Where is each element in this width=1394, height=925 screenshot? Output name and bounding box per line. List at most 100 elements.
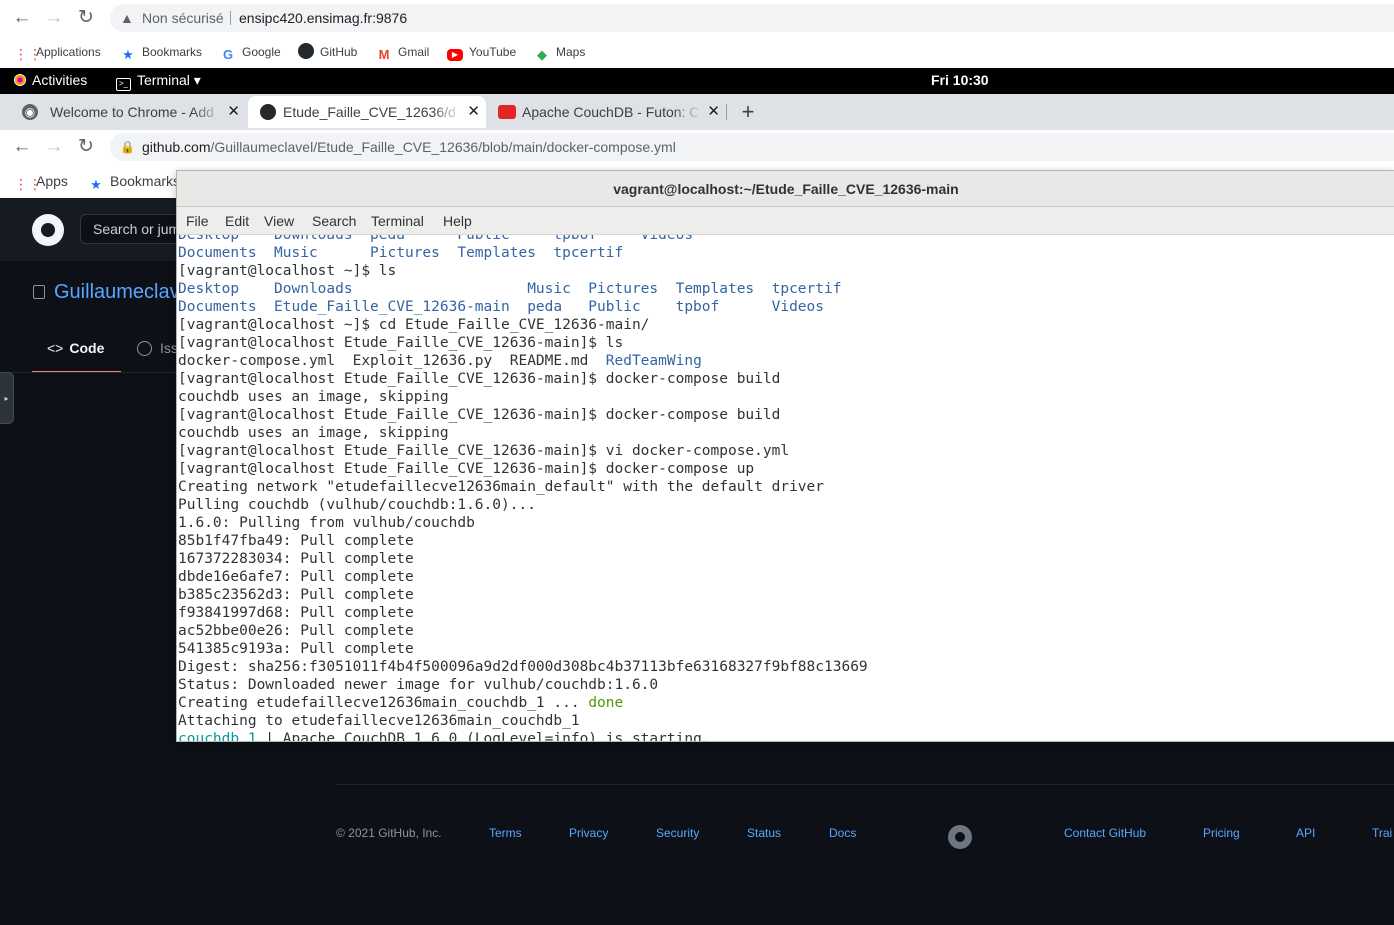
footer-link-contact[interactable]: Contact GitHub — [1064, 826, 1146, 840]
app-menu-label: Terminal ▾ — [137, 72, 201, 88]
bookmark-youtube[interactable]: ▶ YouTube — [447, 43, 516, 61]
outer-omnibox[interactable]: ▲ Non sécurisé ensipc420.ensimag.fr:9876 — [110, 4, 1394, 32]
bookmark-label: Applications — [36, 45, 101, 59]
bookmark-label: Apps — [36, 173, 68, 189]
tab-fade — [672, 96, 702, 128]
lock-icon: 🔒 — [120, 140, 135, 154]
code-icon: <> — [47, 340, 64, 356]
terminal-line: [vagrant@localhost Etude_Faille_CVE_1263… — [178, 407, 781, 423]
gnome-top-bar: Activities >_ Terminal ▾ Fri 10:30 — [0, 68, 1394, 94]
reload-icon[interactable]: ↻ — [74, 135, 98, 159]
security-label: Non sécurisé — [142, 10, 224, 26]
activities-button[interactable]: Activities — [14, 72, 87, 88]
apps-grid-icon: ⋮⋮ — [14, 176, 42, 192]
terminal-line: couchdb uses an image, skipping — [178, 389, 449, 405]
close-icon[interactable]: ✕ — [224, 96, 240, 128]
close-icon[interactable]: ✕ — [704, 96, 720, 128]
terminal-line: Creating etudefaillecve12636main_couchdb… — [178, 694, 623, 712]
terminal-line: couchdb uses an image, skipping — [178, 425, 449, 441]
terminal-line: Desktop Downloads Music Pictures Templat… — [178, 281, 842, 297]
forward-arrow-icon[interactable]: → — [42, 6, 66, 30]
footer-link-training[interactable]: Trai — [1372, 826, 1392, 840]
bookmark-label: YouTube — [469, 45, 517, 59]
new-tab-button[interactable]: + — [736, 98, 760, 126]
tab-welcome[interactable]: ◉ Welcome to Chrome - Add ✕ — [8, 96, 246, 128]
terminal-icon: >_ — [116, 78, 131, 91]
bookmark-label: Bookmarks — [110, 173, 181, 189]
bookmark-apps[interactable]: ⋮⋮Apps — [14, 172, 68, 192]
terminal-line: ac52bbe00e26: Pull complete — [178, 623, 414, 639]
tab-github[interactable]: Etude_Faille_CVE_12636/d ✕ — [248, 96, 486, 128]
terminal-line: 541385c9193a: Pull complete — [178, 641, 414, 657]
couchdb-icon — [498, 105, 516, 119]
reload-icon[interactable]: ↻ — [74, 6, 98, 30]
inner-omnibox[interactable]: 🔒 github.com/Guillaumeclavel/Etude_Faill… — [110, 133, 1394, 161]
tab-separator — [726, 104, 727, 120]
app-menu-button[interactable]: >_ Terminal ▾ — [116, 72, 201, 91]
menu-search[interactable]: Search — [312, 213, 356, 229]
bookmark-label: Google — [242, 45, 281, 59]
youtube-icon: ▶ — [447, 49, 463, 61]
terminal-line: [vagrant@localhost ~]$ cd Etude_Faille_C… — [178, 317, 650, 333]
inner-address-bar: ← → ↻ 🔒 github.com/Guillaumeclavel/Etude… — [0, 130, 1394, 164]
back-arrow-icon[interactable]: ← — [10, 135, 34, 159]
bookmark-label: Bookmarks — [142, 45, 203, 59]
terminal-line: 85b1f47fba49: Pull complete — [178, 533, 414, 549]
bookmark-google[interactable]: G Google — [220, 43, 281, 62]
repo-title[interactable]: Guillaumeclav — [33, 281, 180, 304]
terminal-line: 1.6.0: Pulling from vulhub/couchdb — [178, 515, 475, 531]
bookmark-bookmarks[interactable]: ★ Bookmarks — [120, 43, 203, 62]
tab-strip: ◉ Welcome to Chrome - Add ✕ Etude_Faille… — [0, 94, 1394, 130]
gmail-icon: M — [378, 47, 390, 62]
bookmark-bookmarks[interactable]: ★ Bookmarks — [88, 172, 181, 192]
bookmark-applications[interactable]: ⋮⋮Applications — [14, 43, 101, 62]
github-logo-icon[interactable] — [32, 214, 64, 246]
terminal-line: Desktop Downloads peda Public tpbof Vide… — [178, 235, 694, 243]
footer-link-status[interactable]: Status — [747, 826, 781, 840]
bookmark-github[interactable]: GitHub — [298, 43, 357, 61]
menu-help[interactable]: Help — [443, 213, 472, 229]
ls-output-directory: RedTeamWing — [605, 353, 702, 369]
inner-url-text: github.com/Guillaumeclavel/Etude_Faille_… — [142, 133, 676, 161]
repo-owner-link[interactable]: Guillaumeclav — [54, 281, 180, 303]
terminal-output[interactable]: Desktop Downloads peda Public tpbof Vide… — [178, 235, 1394, 741]
footer-link-api[interactable]: API — [1296, 826, 1315, 840]
clock[interactable]: Fri 10:30 — [931, 72, 989, 88]
forward-arrow-icon[interactable]: → — [42, 135, 66, 159]
footer-link-pricing[interactable]: Pricing — [1203, 826, 1240, 840]
star-icon: ★ — [90, 177, 102, 192]
terminal-line: [vagrant@localhost Etude_Faille_CVE_1263… — [178, 461, 755, 477]
terminal-window[interactable]: vagrant@localhost:~/Etude_Faille_CVE_126… — [176, 170, 1394, 742]
tab-couchdb[interactable]: Apache CouchDB - Futon: C ✕ — [488, 96, 726, 128]
terminal-menu-bar: File Edit View Search Terminal Help — [177, 207, 1394, 235]
back-arrow-icon[interactable]: ← — [10, 6, 34, 30]
apps-grid-icon: ⋮⋮ — [14, 46, 42, 62]
activities-label: Activities — [32, 72, 88, 88]
menu-terminal[interactable]: Terminal — [371, 213, 424, 229]
github-icon — [298, 43, 314, 59]
service-prefix: couchdb_1 — [178, 731, 257, 741]
warning-triangle-icon: ▲ — [120, 10, 134, 26]
outer-address-bar: ← → ↻ ▲ Non sécurisé ensipc420.ensimag.f… — [0, 0, 1394, 36]
issue-icon — [137, 341, 152, 356]
footer-link-docs[interactable]: Docs — [829, 826, 856, 840]
footer-link-privacy[interactable]: Privacy — [569, 826, 608, 840]
close-icon[interactable]: ✕ — [464, 96, 480, 128]
footer-link-terms[interactable]: Terms — [489, 826, 522, 840]
footer-link-security[interactable]: Security — [656, 826, 699, 840]
terminal-title-bar[interactable]: vagrant@localhost:~/Etude_Faille_CVE_126… — [177, 171, 1394, 207]
url-host: github.com — [142, 139, 211, 155]
tab-code[interactable]: <> Code — [32, 333, 121, 373]
bookmark-maps[interactable]: ◆ Maps — [534, 43, 585, 62]
menu-file[interactable]: File — [186, 213, 209, 229]
bookmark-gmail[interactable]: M Gmail — [376, 43, 430, 62]
sidebar-toggle-handle[interactable]: ▸ — [0, 372, 14, 424]
terminal-line: docker-compose.yml Exploit_12636.py READ… — [178, 352, 702, 370]
github-footer-logo-icon[interactable] — [948, 825, 972, 849]
create-container-text: Creating etudefaillecve12636main_couchdb… — [178, 695, 589, 711]
terminal-line: couchdb_1 | Apache CouchDB 1.6.0 (LogLev… — [178, 730, 711, 741]
tab-fade — [432, 96, 462, 128]
menu-edit[interactable]: Edit — [225, 213, 249, 229]
tab-issues[interactable]: Iss — [137, 333, 178, 363]
menu-view[interactable]: View — [264, 213, 294, 229]
